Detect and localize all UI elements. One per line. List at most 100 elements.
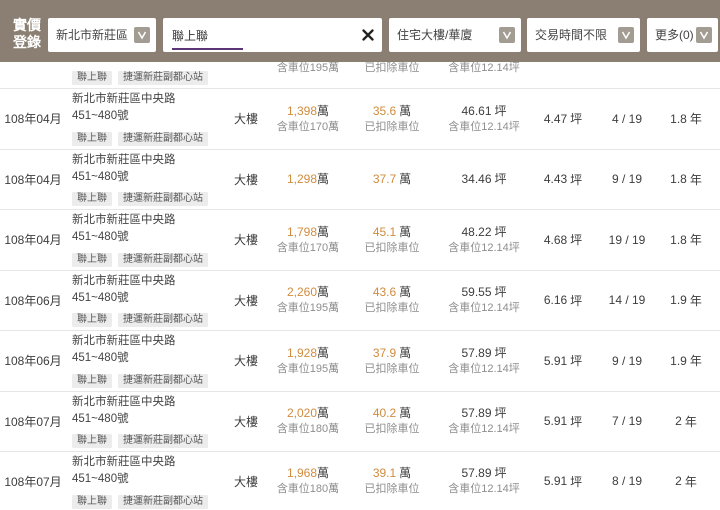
tag-community[interactable]: 聯上聯 (72, 313, 112, 327)
address-cell: 新北市新莊區中央路 451~480號 聯上聯 捷運新莊副都心站 (66, 89, 222, 149)
search-input[interactable] (172, 19, 352, 51)
tag-mrt-station[interactable]: 捷運新莊副都心站 (118, 252, 208, 267)
tag-mrt-station[interactable]: 捷運新莊副都心站 (118, 434, 208, 448)
tag-mrt-station[interactable]: 捷運新莊副都心站 (118, 494, 208, 509)
brand-line-2: 登錄 (13, 35, 41, 51)
trade-date: 108年04月 (4, 172, 62, 187)
address-line-1: 新北市新莊區中央路 (72, 274, 176, 287)
city-select-value: 新北市新莊區 (56, 28, 129, 42)
trade-date: 108年04月 (4, 233, 62, 248)
building-type: 大樓 (233, 112, 258, 127)
address-cell: 新北市新莊區中央路 451~480號 聯上聯 捷運新莊副都心站 (66, 331, 222, 391)
transaction-row[interactable]: 108年04月 新北市新莊區中央路 451~480號 聯上聯 捷運新莊副都心站 … (0, 210, 720, 271)
tag-mrt-station[interactable]: 捷運新莊副都心站 (118, 71, 208, 85)
area-value: 57.89 (461, 406, 492, 421)
tag-list: 聯上聯 捷運新莊副都心站 (72, 131, 222, 146)
building-age-unit: 年 (684, 414, 697, 429)
address-cell: 新北市新莊區中央路 451~480號 聯上聯 捷運新莊副都心站 (66, 392, 222, 452)
area-cell: 57.89 坪 含車位12.14坪 (438, 392, 530, 452)
tag-mrt-station[interactable]: 捷運新莊副都心站 (118, 131, 208, 146)
area: 59.55 坪 (461, 284, 506, 300)
unit-price-value: 37.7 (372, 172, 397, 187)
unit-price-value: 35.6 (372, 103, 397, 118)
transaction-row[interactable]: 108年07月 新北市新莊區中央路 451~480號 聯上聯 捷運新莊副都心站 … (0, 452, 720, 510)
tag-list: 聯上聯 捷運新莊副都心站 (72, 192, 222, 206)
unit-price-value: 43.6 (372, 285, 397, 300)
area-value: 57.89 (461, 345, 492, 360)
more-filters-select[interactable]: 更多(0) (647, 18, 718, 52)
unit-price-cell: 35.6 萬 已扣除車位 (346, 89, 438, 149)
area-unit: 坪 (494, 285, 507, 300)
chevron-down-icon (134, 27, 150, 43)
building-age-value: 2 (675, 474, 682, 488)
unit-price: 39.1 萬 (373, 465, 411, 481)
unit-price: 43.6 萬 (373, 284, 411, 300)
floor: 9 / 19 (611, 353, 643, 368)
tag-community[interactable]: 聯上聯 (72, 434, 112, 448)
area-cell: 34.46 坪 (438, 150, 530, 210)
city-select[interactable]: 新北市新莊區 (48, 18, 156, 52)
building-age-value: 1.9 (670, 293, 687, 308)
area: 34.46 坪 (461, 171, 506, 187)
unit-price-value: 39.1 (372, 466, 397, 480)
unit-price-unit: 萬 (399, 224, 412, 239)
building-age: 1.8 年 (658, 210, 714, 270)
building-age: 1.9 年 (658, 271, 714, 331)
tag-community[interactable]: 聯上聯 (72, 373, 112, 388)
building-type-select[interactable]: 住宅大樓/華廈 (389, 18, 521, 52)
secondary-area: 5.91 坪 (530, 331, 596, 391)
total-price-unit: 萬 (317, 406, 330, 421)
total-price: 1,928萬 (287, 345, 329, 361)
tag-community[interactable]: 聯上聯 (72, 494, 112, 509)
unit-price-unit: 萬 (399, 103, 412, 118)
transaction-row[interactable]: 108年06月 新北市新莊區中央路 451~480號 聯上聯 捷運新莊副都心站 … (0, 271, 720, 331)
unit-price-note: 已扣除車位 (364, 423, 420, 436)
total-price-cell: 1,298萬 (270, 150, 346, 210)
total-price-value: 1,928 (286, 345, 317, 360)
secondary-area-unit: 坪 (570, 112, 583, 127)
parking-price-note: 含車位195萬 (276, 302, 340, 315)
unit-price-value: 40.2 (372, 406, 397, 421)
trade-date: 108年04月 (4, 112, 62, 127)
total-price-unit: 萬 (317, 285, 330, 300)
unit-price-cell: 40.2 萬 已扣除車位 (346, 392, 438, 452)
brand-logo[interactable]: 實價 登錄 (13, 18, 43, 52)
unit-price-cell: 37.9 萬 已扣除車位 (346, 331, 438, 391)
brand-line-1: 實價 (13, 18, 41, 34)
tag-mrt-station[interactable]: 捷運新莊副都心站 (118, 192, 208, 206)
unit-price: 35.6 萬 (373, 103, 411, 119)
building-type: 大樓 (233, 172, 258, 187)
parking-price-note: 含車位195萬 (276, 362, 340, 375)
unit-price-unit: 萬 (399, 285, 412, 300)
address-line-2: 451~480號 (72, 412, 129, 425)
unit-price-note: 已扣除車位 (364, 483, 420, 495)
total-price-value: 2,260 (286, 285, 317, 300)
tag-community[interactable]: 聯上聯 (72, 252, 112, 267)
tag-community[interactable]: 聯上聯 (72, 131, 112, 146)
area-value: 46.61 (461, 103, 492, 118)
unit-price: 40.2 萬 (373, 405, 411, 421)
secondary-area-unit: 坪 (570, 233, 583, 248)
transaction-row[interactable]: 108年04月 新北市新莊區中央路 451~480號 聯上聯 捷運新莊副都心站 … (0, 89, 720, 150)
total-price: 1,798萬 (287, 224, 329, 240)
clear-search-button[interactable] (362, 29, 374, 41)
total-price-value: 1,968 (286, 466, 317, 480)
total-price-value: 2,020 (286, 406, 317, 421)
parking-price-note: 含車位180萬 (276, 483, 340, 495)
tag-mrt-station[interactable]: 捷運新莊副都心站 (118, 373, 208, 388)
building-age: 1.8 年 (658, 89, 714, 149)
total-price-value: 1,298 (286, 172, 317, 187)
parking-area-note: 含車位12.14坪 (448, 483, 520, 495)
tag-list: 聯上聯 捷運新莊副都心站 (72, 373, 222, 388)
secondary-area-unit: 坪 (570, 172, 583, 187)
transaction-row[interactable]: 108年04月 新北市新莊區中央路 451~480號 聯上聯 捷運新莊副都心站 … (0, 150, 720, 210)
more-filters-value: 更多(0) (655, 28, 694, 42)
tag-mrt-station[interactable]: 捷運新莊副都心站 (118, 313, 208, 327)
transaction-row[interactable]: 108年06月 新北市新莊區中央路 451~480號 聯上聯 捷運新莊副都心站 … (0, 331, 720, 392)
transaction-row[interactable]: 108年07月 新北市新莊區中央路 451~480號 聯上聯 捷運新莊副都心站 … (0, 392, 720, 452)
trade-time-select[interactable]: 交易時間不限 (527, 18, 640, 52)
unit-price-note: 已扣除車位 (364, 302, 420, 315)
tag-community[interactable]: 聯上聯 (72, 71, 112, 85)
address-line-2: 451~480號 (72, 473, 129, 485)
tag-community[interactable]: 聯上聯 (72, 192, 112, 206)
